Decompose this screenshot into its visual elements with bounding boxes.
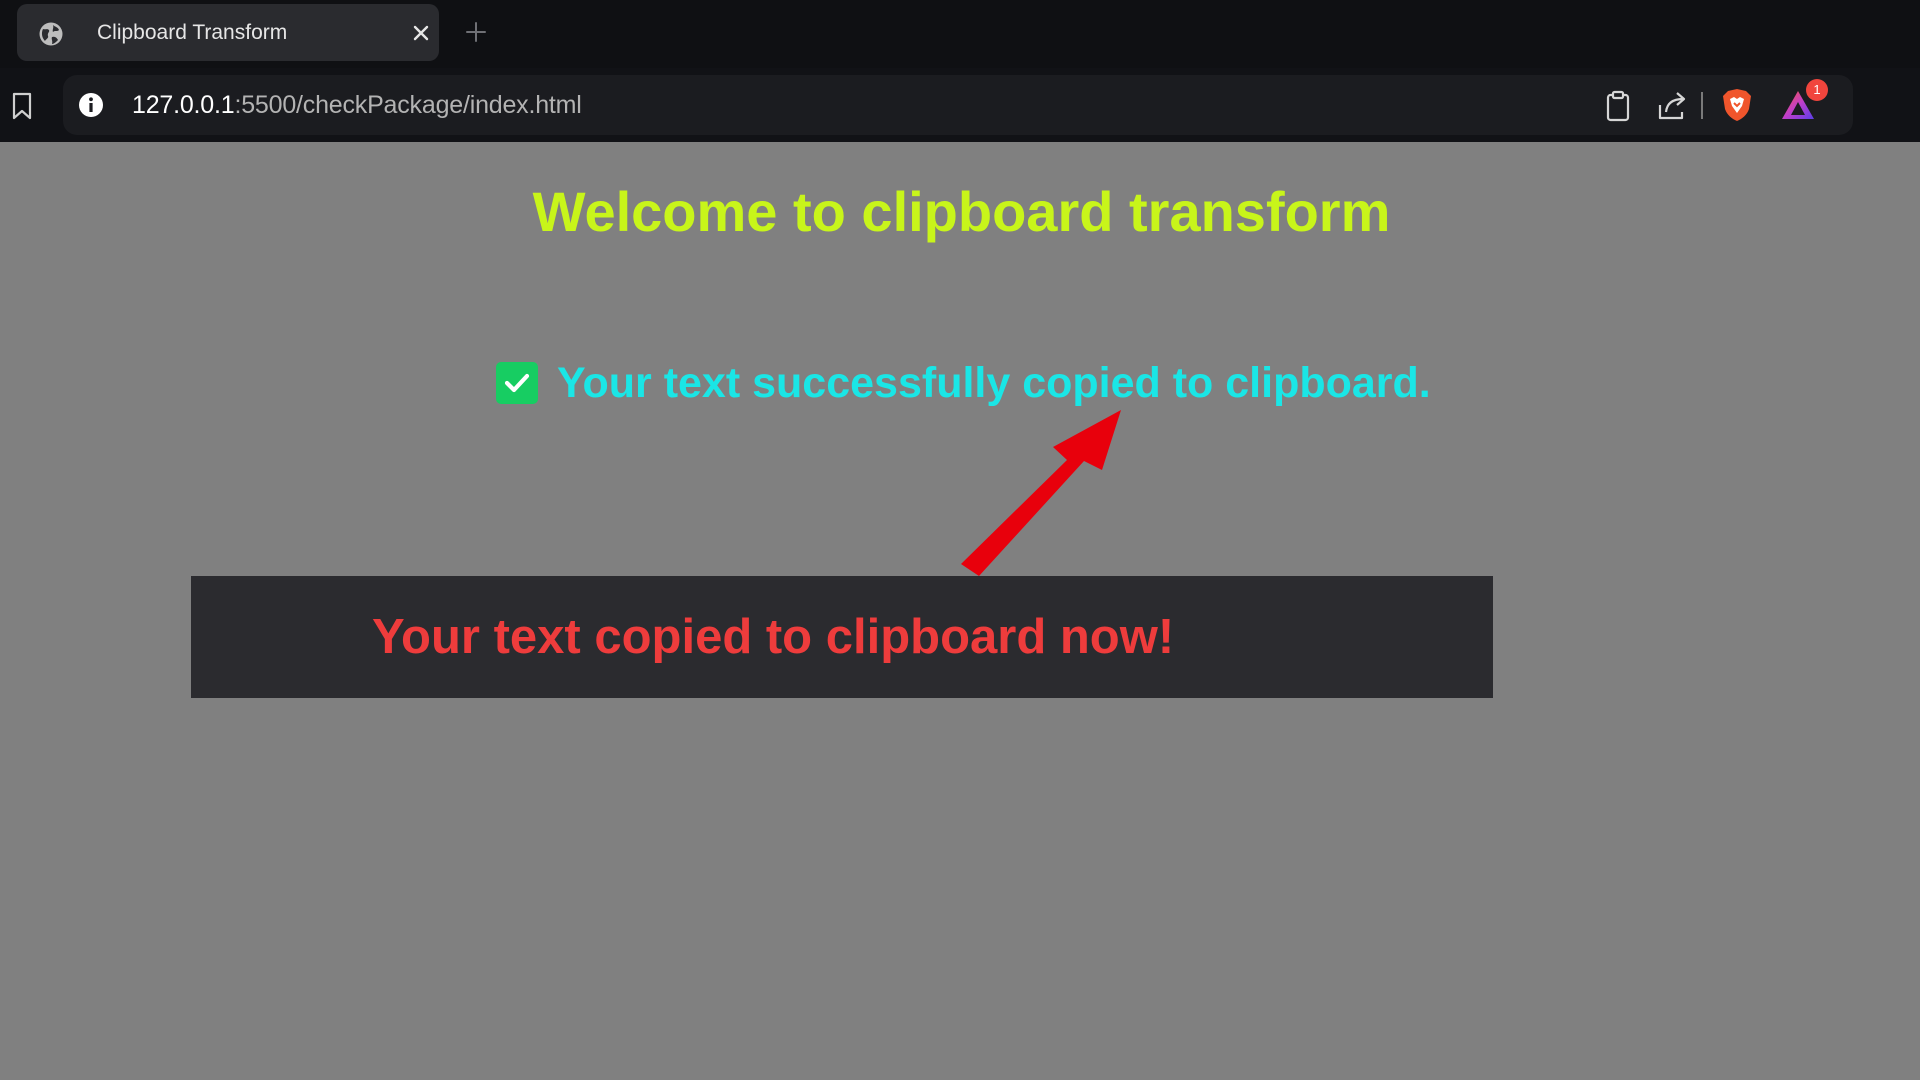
toast-message: Your text copied to clipboard now!	[372, 610, 1175, 664]
info-icon[interactable]	[78, 92, 104, 118]
url-host: 127.0.0.1	[132, 91, 235, 119]
clipboard-icon[interactable]	[1603, 90, 1633, 122]
globe-icon	[39, 22, 63, 46]
url-path: :5500/checkPackage/index.html	[234, 91, 582, 119]
plus-icon[interactable]	[464, 20, 488, 44]
browser-chrome: Clipboard Transform 127.0.0.1:5500/check…	[0, 0, 1920, 142]
address-bar[interactable]: 127.0.0.1:5500/checkPackage/index.html 1	[63, 75, 1853, 135]
notification-badge: 1	[1806, 79, 1828, 101]
tab-clipboard-transform[interactable]: Clipboard Transform	[17, 4, 439, 61]
toolbar-divider	[1701, 92, 1703, 119]
page-heading: Welcome to clipboard transform	[532, 180, 1391, 243]
browser-toolbar: 127.0.0.1:5500/checkPackage/index.html 1	[0, 68, 1920, 142]
url-text[interactable]: 127.0.0.1:5500/checkPackage/index.html	[132, 91, 582, 119]
toast-notification: Your text copied to clipboard now!	[191, 576, 1493, 698]
copy-status: Your text successfully copied to clipboa…	[496, 355, 1431, 411]
bookmark-icon[interactable]	[10, 91, 34, 121]
tab-strip: Clipboard Transform	[0, 0, 1920, 68]
annotation-arrow-icon	[961, 410, 1121, 576]
close-icon[interactable]	[409, 21, 433, 45]
tab-title: Clipboard Transform	[97, 21, 288, 44]
brave-shield-icon[interactable]	[1720, 87, 1754, 123]
share-icon[interactable]	[1656, 90, 1690, 122]
checkbox-checked-icon	[496, 362, 538, 404]
status-message: Your text successfully copied to clipboa…	[557, 359, 1431, 407]
